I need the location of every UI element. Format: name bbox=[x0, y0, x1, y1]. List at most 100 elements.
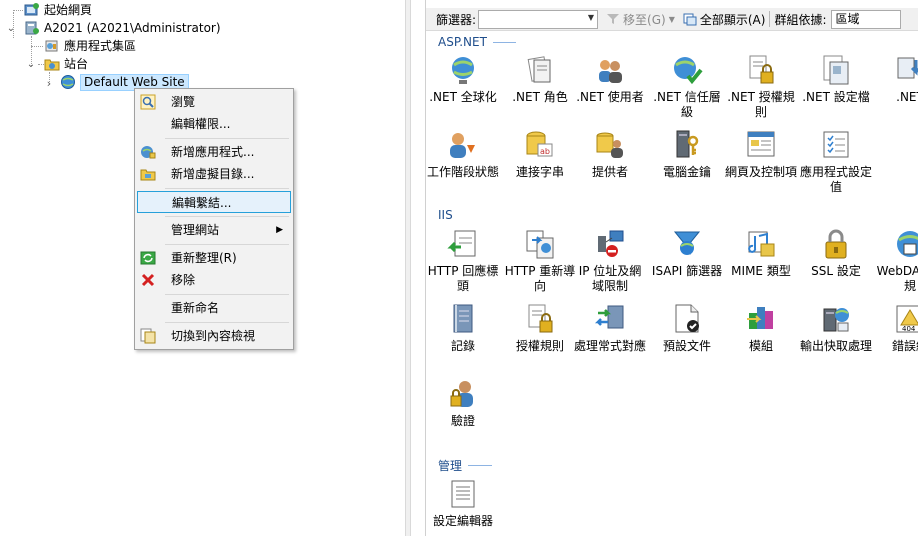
menu-item-edit-permissions[interactable]: 編輯權限... bbox=[137, 113, 291, 135]
feature-label: 工作階段狀態 bbox=[427, 165, 500, 179]
tree-node-server[interactable]: A2021 (A2021\Administrator) bbox=[24, 19, 221, 37]
menu-item-refresh[interactable]: 重新整理(R) bbox=[137, 247, 291, 269]
chevron-down-icon: ▼ bbox=[587, 12, 595, 22]
redirect-icon bbox=[524, 228, 556, 260]
menu-item-manage-website[interactable]: 管理網站 ▶ bbox=[137, 219, 291, 241]
feature-ssl-settings[interactable]: SSL 設定 bbox=[800, 228, 872, 279]
show-all-icon bbox=[683, 12, 697, 26]
chevron-down-icon: ▼ bbox=[668, 14, 675, 24]
feature-isapi-filters[interactable]: ISAPI 篩選器 bbox=[651, 228, 723, 279]
feature-http-redirect[interactable]: HTTP 重新導向 bbox=[504, 228, 576, 294]
sites-folder-icon bbox=[44, 56, 60, 72]
isapi-filter-icon bbox=[671, 228, 703, 260]
feature-net-globalization[interactable]: .NET 全球化 bbox=[427, 54, 499, 105]
webdav-icon bbox=[894, 228, 918, 260]
logging-icon bbox=[447, 303, 479, 335]
tree-label: A2021 (A2021\Administrator) bbox=[44, 21, 221, 35]
tree-node-app-pools[interactable]: 應用程式集區 bbox=[44, 37, 136, 55]
svg-text:ab: ab bbox=[540, 147, 550, 156]
feature-label: .NET bbox=[896, 90, 918, 104]
show-all-button[interactable]: 全部顯示(A) bbox=[683, 11, 765, 28]
menu-item-label: 新增虛擬目錄... bbox=[171, 167, 255, 181]
machine-key-icon bbox=[671, 129, 703, 161]
authorization-lock-icon bbox=[745, 54, 777, 86]
feature-label: 預設文件 bbox=[662, 339, 711, 353]
menu-item-rename[interactable]: 重新命名 bbox=[137, 297, 291, 319]
feature-authentication[interactable]: 驗證 bbox=[427, 378, 499, 429]
menu-item-switch-content-view[interactable]: 切換到內容檢視 bbox=[137, 325, 291, 347]
feature-logging[interactable]: 記錄 bbox=[427, 303, 499, 354]
authentication-icon bbox=[447, 378, 479, 410]
error-pages-icon: 404 bbox=[894, 303, 918, 335]
feature-providers[interactable]: 提供者 bbox=[574, 129, 646, 180]
group-by-select[interactable]: 區域 bbox=[830, 9, 901, 29]
feature-label: 輸出快取處理 bbox=[800, 339, 873, 353]
menu-separator bbox=[165, 138, 289, 139]
submenu-arrow-icon: ▶ bbox=[276, 225, 283, 235]
feature-webdav-rules[interactable]: WebDAV 寫規 bbox=[874, 228, 918, 294]
feature-net-authorization-rules[interactable]: .NET 授權規則 bbox=[725, 54, 797, 120]
feature-label: 應用程式設定值 bbox=[800, 165, 873, 194]
menu-separator bbox=[165, 244, 289, 245]
menu-item-edit-bindings[interactable]: 編輯繫結... bbox=[137, 191, 291, 213]
feature-net-users[interactable]: .NET 使用者 bbox=[574, 54, 646, 105]
feature-output-caching[interactable]: 輸出快取處理 bbox=[800, 303, 872, 354]
menu-item-add-application[interactable]: 新增應用程式... bbox=[137, 141, 291, 163]
feature-ip-domain-restrictions[interactable]: IP 位址及網域限制 bbox=[574, 228, 646, 294]
feature-modules[interactable]: 模組 bbox=[725, 303, 797, 354]
section-header-aspnet[interactable]: ASP.NET bbox=[438, 34, 516, 50]
feature-application-settings[interactable]: 應用程式設定值 bbox=[800, 129, 872, 195]
feature-session-state[interactable]: 工作階段狀態 bbox=[427, 129, 499, 180]
feature-mime-types[interactable]: MIME 類型 bbox=[725, 228, 797, 279]
feature-configuration-editor[interactable]: 設定編輯器 bbox=[427, 478, 499, 529]
menu-item-remove[interactable]: 移除 bbox=[137, 269, 291, 291]
feature-label: 授權規則 bbox=[515, 339, 564, 353]
feature-handler-mappings[interactable]: 處理常式對應 bbox=[574, 303, 646, 354]
feature-net-profile[interactable]: .NET 設定檔 bbox=[800, 54, 872, 105]
toolbar-separator bbox=[769, 11, 771, 27]
menu-item-add-virtual-directory[interactable]: 新增虛擬目錄... bbox=[137, 163, 291, 185]
feature-label: SSL 設定 bbox=[811, 264, 861, 278]
feature-net-more[interactable]: .NET bbox=[874, 54, 918, 105]
expand-chevron-icon[interactable]: ⌄ bbox=[6, 24, 16, 34]
feature-label: 驗證 bbox=[450, 414, 475, 428]
globe-icon bbox=[447, 54, 479, 86]
tree-node-start-page[interactable]: 起始網頁 bbox=[24, 1, 92, 19]
pane-splitter[interactable] bbox=[405, 0, 411, 536]
filter-input[interactable]: ▼ bbox=[478, 9, 599, 29]
feature-label: 提供者 bbox=[591, 165, 628, 179]
section-title: ASP.NET bbox=[438, 35, 487, 49]
go-button[interactable]: 移至(G) ▼ bbox=[606, 11, 675, 28]
section-header-iis[interactable]: IIS bbox=[438, 207, 459, 223]
feature-label: IP 位址及網域限制 bbox=[578, 264, 642, 293]
menu-item-label: 瀏覽 bbox=[171, 95, 196, 109]
roles-icon bbox=[524, 54, 556, 86]
feature-default-document[interactable]: 預設文件 bbox=[651, 303, 723, 354]
feature-label: 錯誤網 bbox=[891, 339, 918, 353]
website-globe-icon bbox=[60, 74, 76, 90]
menu-separator bbox=[165, 188, 289, 189]
section-header-management[interactable]: 管理 bbox=[438, 457, 493, 473]
tree-node-sites[interactable]: 站台 bbox=[44, 55, 88, 73]
feature-net-roles[interactable]: .NET 角色 bbox=[504, 54, 576, 105]
section-title: IIS bbox=[438, 208, 453, 222]
collapse-chevron-icon[interactable]: › bbox=[44, 78, 54, 89]
feature-authorization-rules[interactable]: 授權規則 bbox=[504, 303, 576, 354]
menu-item-label: 移除 bbox=[171, 273, 196, 287]
feature-error-pages[interactable]: 404 錯誤網 bbox=[874, 303, 918, 354]
menu-item-browse[interactable]: 瀏覽 bbox=[137, 91, 291, 113]
feature-pages-and-controls[interactable]: 網頁及控制項 bbox=[725, 129, 797, 180]
section-title: 管理 bbox=[438, 458, 463, 473]
feature-machine-key[interactable]: 電腦金鑰 bbox=[651, 129, 723, 180]
feature-label: .NET 全球化 bbox=[429, 90, 497, 104]
tree-label: 站台 bbox=[64, 57, 89, 71]
ip-restrictions-icon bbox=[594, 228, 626, 260]
feature-http-response-headers[interactable]: HTTP 回應標頭 bbox=[427, 228, 499, 294]
menu-separator bbox=[165, 322, 289, 323]
feature-connection-strings[interactable]: ab 連接字串 bbox=[504, 129, 576, 180]
server-icon bbox=[24, 20, 40, 36]
expand-chevron-icon[interactable]: ⌄ bbox=[26, 60, 36, 70]
feature-net-trust-levels[interactable]: .NET 信任層級 bbox=[651, 54, 723, 120]
menu-separator bbox=[165, 216, 289, 217]
feature-label: WebDAV 寫規 bbox=[876, 264, 918, 293]
